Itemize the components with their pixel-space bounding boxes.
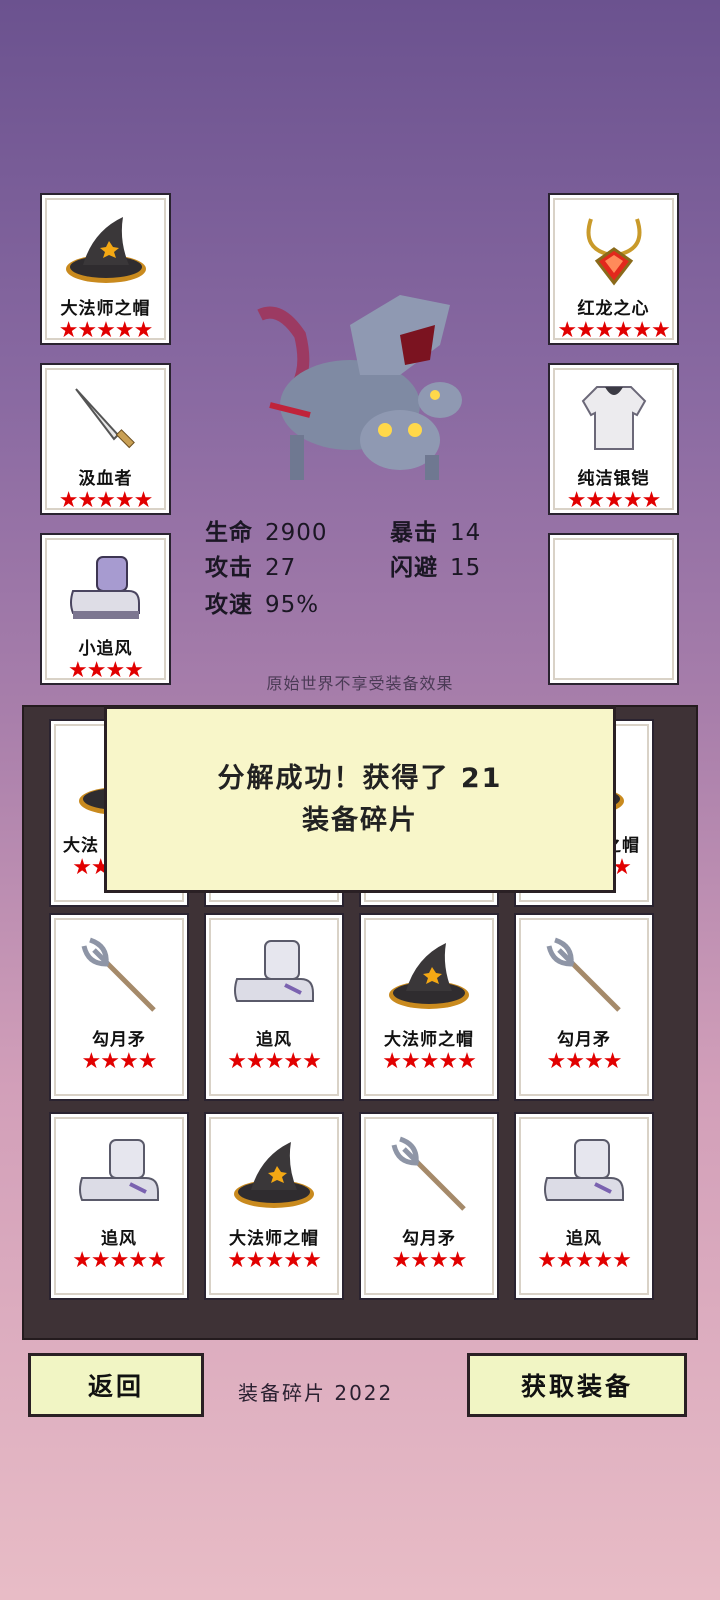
dialog-message-line2: 装备碎片 (302, 804, 418, 836)
star-rating: ★★★★★ (382, 1049, 477, 1074)
boot-icon (61, 545, 151, 632)
equip-name: 汲血者 (78, 469, 133, 489)
wizard-hat-icon (61, 205, 151, 292)
trident-icon (71, 927, 167, 1023)
star-rating: ★★★★★ (566, 488, 662, 513)
stat-dodge-label: 闪避 (390, 555, 438, 581)
equip-name: 红龙之心 (577, 299, 650, 319)
stat-dodge-value: 15 (450, 555, 482, 581)
obtain-equipment-button[interactable]: 获取装备 (467, 1353, 687, 1417)
stat-hp-label: 生命 (205, 520, 253, 546)
stat-dodge: 闪避 15 (390, 548, 481, 582)
item-name: 大法师之帽 (229, 1229, 319, 1249)
stat-aspd-label: 攻速 (205, 592, 253, 618)
stat-crit-value: 14 (450, 520, 482, 546)
inventory-item[interactable]: 追风 ★★★★★ (49, 1112, 189, 1300)
stat-atk-value: 27 (265, 555, 297, 581)
hero-dragon-sprite (250, 265, 470, 495)
equip-slot-amulet[interactable]: 红龙之心 ★★★★★★ (548, 193, 679, 345)
item-name: 追风 (566, 1229, 602, 1249)
item-name: 追风 (101, 1229, 137, 1249)
item-name: 勾月矛 (92, 1030, 146, 1050)
equip-name: 小追风 (78, 639, 133, 659)
star-rating: ★★★★ (81, 1049, 158, 1074)
inventory-item[interactable]: 勾月矛 ★★★★ (49, 913, 189, 1101)
wizard-hat-icon (226, 1126, 322, 1222)
star-rating: ★★★★★ (72, 1248, 167, 1273)
inventory-item[interactable]: 追风 ★★★★★ (204, 913, 344, 1101)
star-rating: ★★★★★★ (557, 318, 670, 343)
inventory-item[interactable]: 大法师之帽 ★★★★★ (204, 1112, 344, 1300)
inventory-item[interactable]: 勾月矛 ★★★★ (359, 1112, 499, 1300)
stat-aspd: 攻速 95% (205, 585, 319, 619)
stat-atk-label: 攻击 (205, 555, 253, 581)
stat-crit-label: 暴击 (390, 520, 438, 546)
star-rating: ★★★★★ (227, 1248, 322, 1273)
trident-icon (536, 927, 632, 1023)
world-note: 原始世界不享受装备效果 (266, 674, 454, 693)
decompose-success-dialog[interactable]: 分解成功！获得了 21 装备碎片 (104, 706, 616, 893)
back-button[interactable]: 返回 (28, 1353, 204, 1417)
fragment-count: 装备碎片 2022 (238, 1381, 394, 1405)
star-rating: ★★★★★ (227, 1049, 322, 1074)
equip-slot-empty[interactable] (548, 533, 679, 685)
equip-slot-boot[interactable]: 小追风 ★★★★ (40, 533, 171, 685)
equip-slot-armor[interactable]: 纯洁银铠 ★★★★★ (548, 363, 679, 515)
star-rating: ★★★★★ (58, 318, 154, 343)
trident-icon (381, 1126, 477, 1222)
stat-crit: 暴击 14 (390, 513, 481, 547)
item-name: 大法师之帽 (384, 1030, 474, 1050)
item-name: 大法 (63, 836, 99, 856)
wizard-hat-icon (381, 927, 477, 1023)
boot-icon (226, 927, 322, 1023)
equip-name: 大法师之帽 (60, 299, 151, 319)
boot-icon (536, 1126, 632, 1222)
item-name: 勾月矛 (557, 1030, 611, 1050)
star-rating: ★★★★ (391, 1248, 468, 1273)
boot-icon (71, 1126, 167, 1222)
stat-hp-value: 2900 (265, 520, 328, 546)
stat-hp: 生命 2900 (205, 513, 328, 547)
inventory-item[interactable]: 勾月矛 ★★★★ (514, 913, 654, 1101)
dialog-message-line1: 分解成功！获得了 21 (217, 762, 503, 794)
item-name: 勾月矛 (402, 1229, 456, 1249)
star-rating: ★★★★ (546, 1049, 623, 1074)
armor-icon (569, 375, 659, 462)
stat-aspd-value: 95% (265, 592, 320, 618)
star-rating: ★★★★★ (537, 1248, 632, 1273)
amulet-icon (569, 205, 659, 292)
item-name: 追风 (256, 1030, 292, 1050)
dagger-icon (61, 375, 151, 462)
inventory-item[interactable]: 大法师之帽 ★★★★★ (359, 913, 499, 1101)
equip-name: 纯洁银铠 (577, 469, 650, 489)
equip-slot-hat[interactable]: 大法师之帽 ★★★★★ (40, 193, 171, 345)
inventory-item[interactable]: 追风 ★★★★★ (514, 1112, 654, 1300)
star-rating: ★★★★★ (58, 488, 154, 513)
stat-atk: 攻击 27 (205, 548, 296, 582)
equip-slot-dagger[interactable]: 汲血者 ★★★★★ (40, 363, 171, 515)
